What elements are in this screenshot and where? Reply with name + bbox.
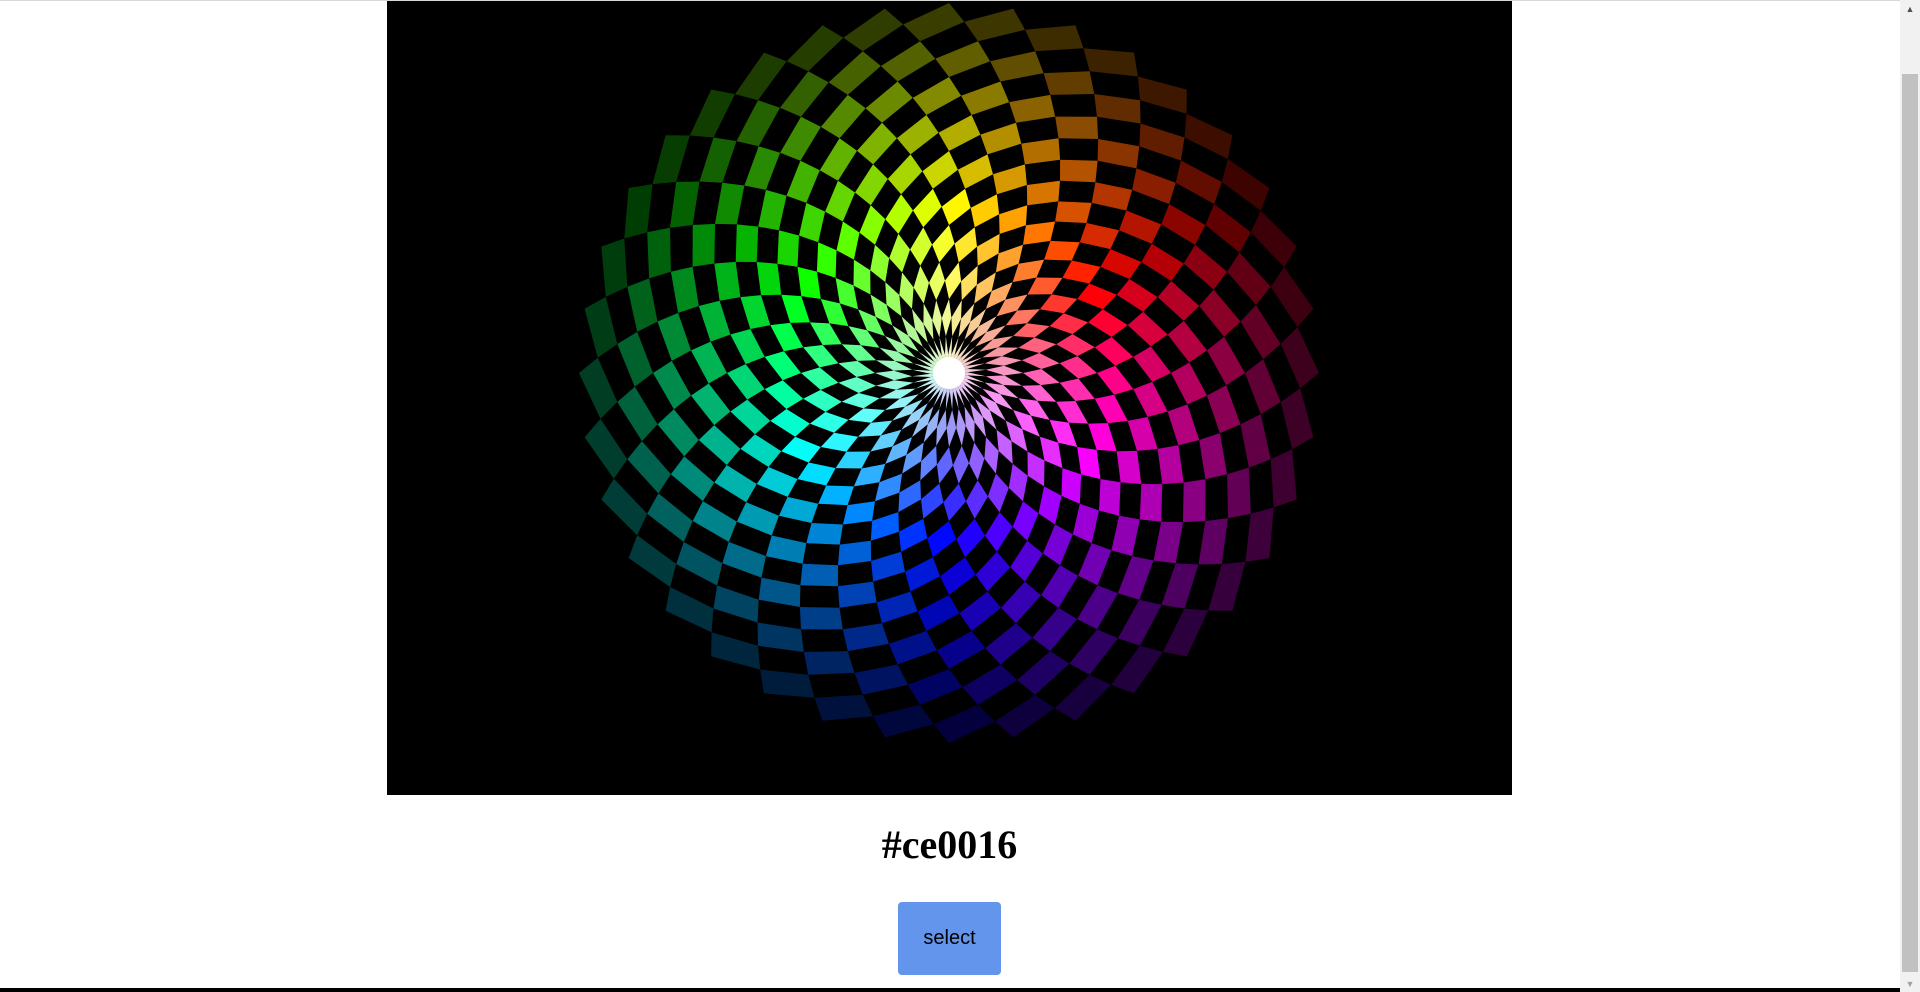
wheel-center[interactable] <box>933 357 965 389</box>
bottom-divider <box>0 988 1900 992</box>
color-swatch[interactable] <box>1099 479 1121 516</box>
color-swatch[interactable] <box>1026 180 1060 206</box>
color-swatch[interactable] <box>1055 201 1092 223</box>
selected-color-hex: #ce0016 <box>881 822 1018 867</box>
color-swatch[interactable] <box>814 694 873 721</box>
scrollbar-thumb[interactable] <box>1902 74 1918 972</box>
select-button[interactable]: select <box>898 902 1001 975</box>
color-wheel-graphic[interactable] <box>387 1 1512 795</box>
vertical-scrollbar[interactable]: ▲ ▼ <box>1900 0 1920 992</box>
color-swatch[interactable] <box>1055 116 1099 139</box>
color-swatch[interactable] <box>1270 449 1297 508</box>
color-swatch[interactable] <box>800 563 838 587</box>
color-swatch[interactable] <box>1183 479 1206 523</box>
color-wheel-image[interactable] <box>387 1 1512 795</box>
color-swatch[interactable] <box>1060 159 1098 183</box>
color-swatch[interactable] <box>1227 467 1251 519</box>
color-swatch[interactable] <box>756 262 782 296</box>
color-swatch[interactable] <box>1139 484 1163 522</box>
scroll-up-arrow-icon[interactable]: ▲ <box>1900 0 1920 17</box>
color-swatch[interactable] <box>838 540 872 566</box>
page: #ce0016 select ▲ ▼ <box>0 0 1920 992</box>
color-swatch[interactable] <box>777 230 799 267</box>
color-swatch[interactable] <box>735 224 759 262</box>
scroll-down-arrow-icon[interactable]: ▼ <box>1900 975 1920 992</box>
color-swatch[interactable] <box>1043 71 1095 95</box>
color-swatch[interactable] <box>1025 25 1084 52</box>
color-swatch[interactable] <box>601 238 628 297</box>
color-swatch[interactable] <box>1116 450 1142 484</box>
color-swatch[interactable] <box>806 523 843 545</box>
color-swatch[interactable] <box>803 651 855 675</box>
color-swatch[interactable] <box>647 227 671 279</box>
color-swatch[interactable] <box>692 223 715 267</box>
color-swatch[interactable] <box>799 607 843 630</box>
